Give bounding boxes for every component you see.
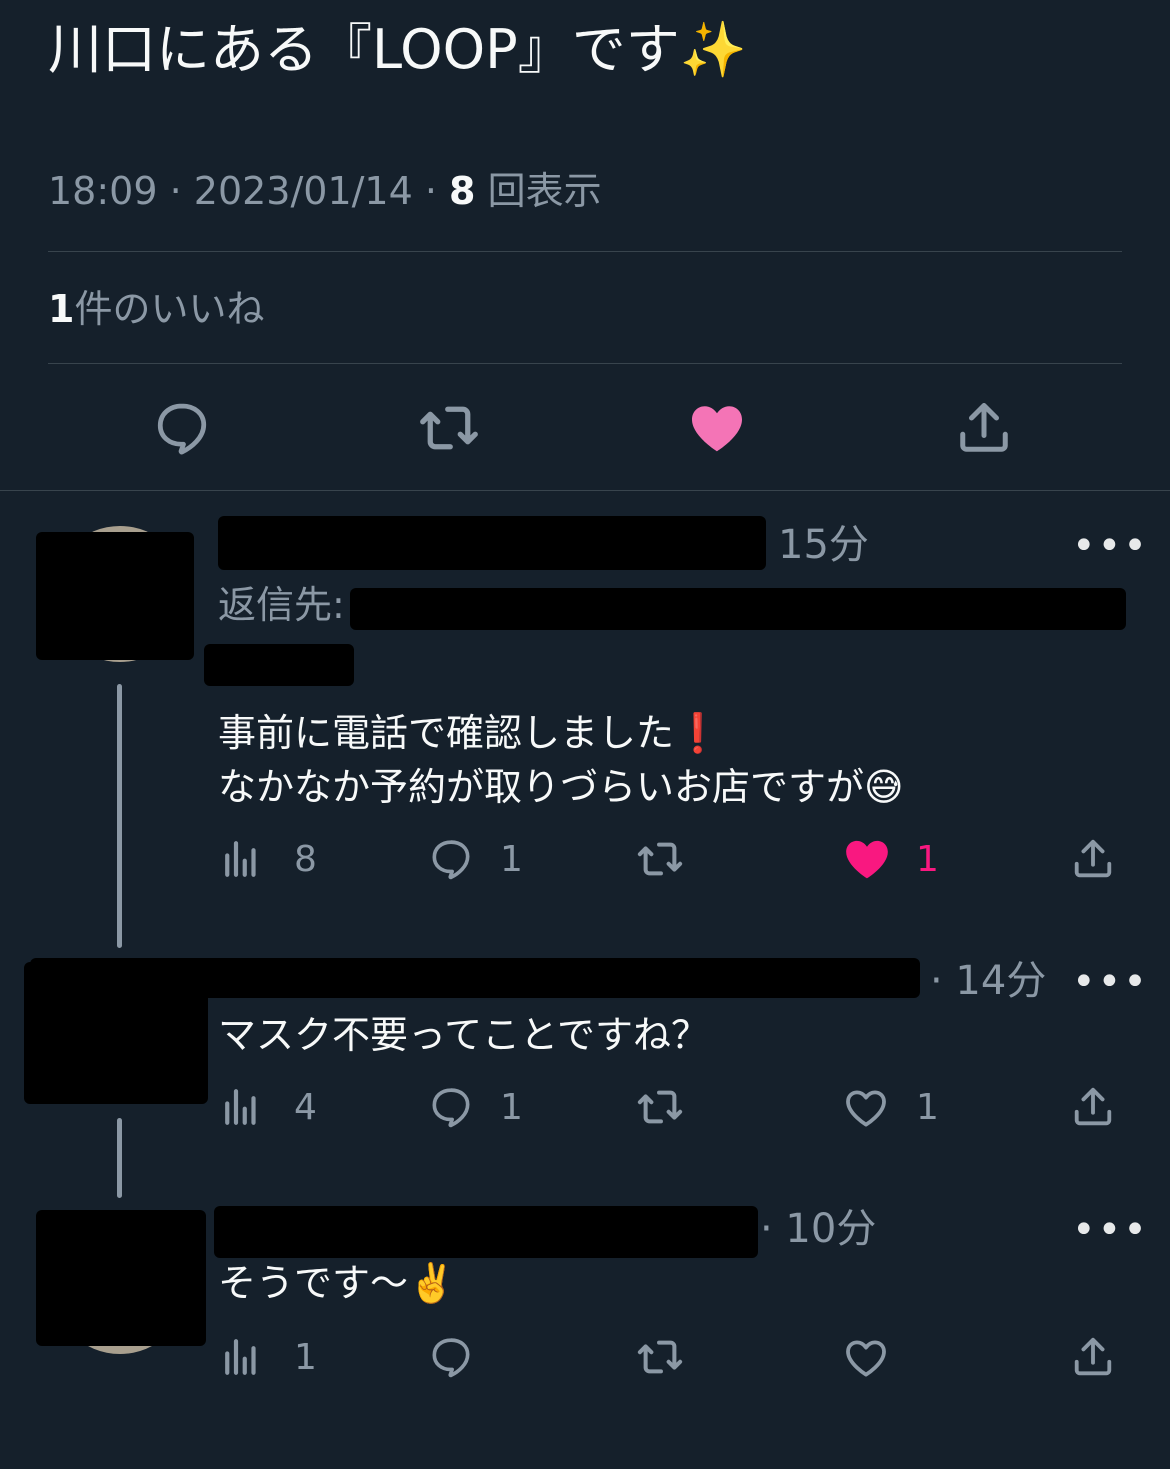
heart-outline-icon xyxy=(846,1340,886,1377)
reply-text-line: 事前に電話で確認しました xyxy=(218,711,675,755)
retweet-button[interactable] xyxy=(416,398,482,458)
reply-text-line: なかなか予約が取りづらいお店ですが xyxy=(218,765,865,809)
redacted-reply-to xyxy=(350,588,1126,630)
redacted-avatar xyxy=(36,1210,206,1346)
sparkles-emoji: ✨ xyxy=(679,18,747,81)
likes-label: 件のいいね xyxy=(74,287,265,331)
like-count: 1 xyxy=(916,839,939,880)
meta-separator: · xyxy=(157,169,194,213)
heart-outline-icon xyxy=(846,1090,886,1127)
reply-button[interactable] xyxy=(428,1334,474,1384)
divider xyxy=(48,363,1122,364)
share-button[interactable] xyxy=(1070,1334,1116,1384)
tweet-text-body: 川口にある『LOOP』です xyxy=(48,18,680,81)
reply-icon xyxy=(432,1338,470,1378)
views-button[interactable] xyxy=(222,1086,264,1128)
victory-hand-emoji: ✌️ xyxy=(408,1261,456,1305)
thread-line xyxy=(117,684,122,948)
reply-text: なかなか予約が取りづらいお店ですが😅 xyxy=(218,760,904,814)
reply-to-label: 返信先: xyxy=(218,583,345,627)
more-options-button[interactable]: ••• xyxy=(1072,1210,1149,1250)
like-button[interactable] xyxy=(687,398,747,458)
retweet-button[interactable] xyxy=(634,1334,686,1384)
share-icon xyxy=(1074,839,1112,878)
retweet-button[interactable] xyxy=(634,836,686,886)
more-options-button[interactable]: ••• xyxy=(1072,526,1149,566)
more-options-button[interactable]: ••• xyxy=(1072,962,1149,1002)
exclamation-emoji: ❗ xyxy=(674,711,722,755)
reply-icon xyxy=(157,403,207,455)
share-icon xyxy=(960,403,1008,452)
reply-icon xyxy=(432,1088,470,1128)
view-label: 回表示 xyxy=(487,169,602,213)
analytics-icon xyxy=(225,841,256,877)
likes-summary[interactable]: 1件のいいね xyxy=(48,284,264,334)
reply-icon xyxy=(432,840,470,880)
tweet-time[interactable]: 18:09 xyxy=(48,169,158,213)
redacted-username xyxy=(218,516,766,570)
reply-text-line: そうです〜 xyxy=(218,1261,409,1305)
reply-text: マスク不要ってことですね？ xyxy=(218,1013,709,1057)
views-button[interactable] xyxy=(222,838,264,880)
views-button[interactable] xyxy=(222,1336,264,1378)
reply-count: 1 xyxy=(500,839,523,880)
reply-button[interactable] xyxy=(428,836,474,886)
thread-line xyxy=(117,1118,122,1198)
share-button[interactable] xyxy=(1070,1084,1116,1134)
like-button[interactable] xyxy=(842,1084,890,1136)
reply-button[interactable] xyxy=(152,398,212,458)
divider xyxy=(48,251,1122,252)
reply-time[interactable]: · 14分 xyxy=(930,956,1046,1006)
retweet-icon xyxy=(637,842,683,876)
redacted-username xyxy=(214,1206,758,1258)
share-icon xyxy=(1074,1337,1112,1376)
retweet-button[interactable] xyxy=(634,1084,686,1134)
tweet-date[interactable]: 2023/01/14 xyxy=(194,169,413,213)
tweet-text: 川口にある『LOOP』です✨ xyxy=(48,14,747,86)
share-icon xyxy=(1074,1087,1112,1126)
share-button[interactable] xyxy=(954,398,1014,458)
retweet-icon xyxy=(637,1340,683,1374)
views-count: 8 xyxy=(294,839,317,880)
share-button[interactable] xyxy=(1070,836,1116,886)
reply-time[interactable]: · 10分 xyxy=(760,1204,876,1254)
sweat-smile-emoji: 😅 xyxy=(864,765,904,809)
redacted-username xyxy=(30,958,920,998)
view-count: 8 xyxy=(449,169,476,213)
heart-filled-icon xyxy=(692,406,742,452)
redacted-reply-to xyxy=(204,644,354,686)
reply-text: 事前に電話で確認しました❗ xyxy=(218,706,721,760)
like-count: 1 xyxy=(916,1087,939,1128)
divider xyxy=(0,490,1170,491)
heart-filled-icon xyxy=(846,840,888,879)
reply-count: 1 xyxy=(500,1087,523,1128)
views-count: 4 xyxy=(294,1087,317,1128)
reply-time[interactable]: 15分 xyxy=(778,520,869,570)
retweet-icon xyxy=(637,1090,683,1124)
reply-button[interactable] xyxy=(428,1084,474,1134)
views-count: 1 xyxy=(294,1337,317,1378)
likes-count: 1 xyxy=(48,287,75,331)
tweet-meta: 18:09 · 2023/01/14 · 8 回表示 xyxy=(48,166,602,216)
retweet-icon xyxy=(420,406,478,450)
like-button[interactable] xyxy=(842,834,892,888)
reply-text: そうです〜✌️ xyxy=(218,1256,455,1310)
analytics-icon xyxy=(225,1089,256,1125)
analytics-icon xyxy=(225,1339,256,1375)
redacted-avatar xyxy=(36,532,194,660)
like-button[interactable] xyxy=(842,1334,890,1386)
meta-separator: · xyxy=(412,169,450,213)
